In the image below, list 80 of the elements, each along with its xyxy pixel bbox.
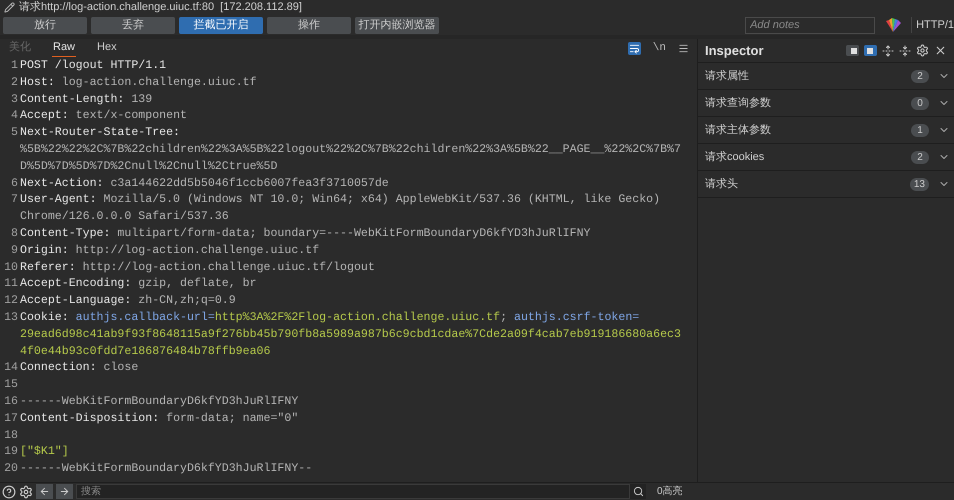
code-line: Accept: text/x-component [20, 109, 187, 122]
count-badge: 0 [911, 96, 929, 110]
code-line: Host: log-action.challenge.uiuc.tf [20, 76, 257, 89]
editor-tab[interactable]: Hex [96, 39, 118, 57]
line-number: 14 [3, 360, 19, 376]
inspector-section[interactable]: 请求查询参数 0 [698, 90, 954, 117]
inspector-title: Inspector [705, 42, 764, 60]
line-number: 6 [10, 176, 19, 192]
code-line: Origin: http://log-action.challenge.uiuc.tf [20, 244, 320, 257]
code-line: ------WebKitFormBoundaryD6kfYD3hJuRlIFNY [20, 394, 298, 408]
code-line: POST /logout HTTP/1.1 [20, 59, 166, 72]
count-badge: 13 [910, 178, 929, 190]
code-line: Accept-Language: zh-CN,zh;q=0.9 [20, 294, 236, 308]
line-number: 5 [10, 125, 19, 142]
code-line: Content-Type: multipart/form-data; boundary=----WebKitFormBoundaryD6kfYD3hJuRlIFNY [20, 226, 591, 240]
highlight-count: 0高亮 [657, 484, 683, 499]
help-icon[interactable] [2, 484, 16, 498]
line-number: 20 [3, 461, 19, 478]
section-label: 请求查询参数 [705, 96, 771, 111]
code-line: ["$K1"] [20, 445, 69, 458]
toolbar-button[interactable]: 操作 [267, 16, 351, 34]
inspector-section[interactable]: 请求主体参数 1 [698, 117, 954, 144]
line-number: 18 [3, 428, 19, 444]
inspector-section[interactable]: 请求头 13 [698, 171, 954, 198]
newline-toggle[interactable]: \n [652, 40, 666, 56]
toolbar-button[interactable]: 打开内嵌浏览器 [355, 16, 439, 34]
line-number: 7 [10, 192, 19, 208]
request-title: 请求http://log-action.challenge.uiuc.tf:80 [172.208.112.89] [19, 0, 302, 16]
layout-toggle[interactable] [846, 45, 859, 56]
line-number: 13 [3, 310, 19, 326]
line-number: 4 [10, 108, 19, 124]
line-number: 8 [10, 226, 19, 242]
section-label: 请求头 [705, 176, 738, 192]
section-label: 请求主体参数 [705, 122, 771, 138]
section-label: 请求属性 [705, 68, 749, 84]
color-fan-icon[interactable] [884, 17, 902, 33]
line-number: 11 [3, 276, 19, 292]
left-arrow-icon[interactable] [39, 486, 50, 497]
code-line: Content-Length: 139 [20, 92, 152, 106]
right-arrow-icon[interactable] [59, 486, 70, 497]
close-icon[interactable] [934, 44, 947, 57]
settings-icon[interactable] [916, 44, 929, 57]
line-number: 9 [10, 242, 19, 259]
settings-icon[interactable] [19, 484, 33, 498]
line-number: 2 [10, 74, 19, 91]
line-number: 1 [10, 58, 19, 74]
toolbar-button[interactable]: 放行 [3, 16, 87, 34]
code-line: ------WebKitFormBoundaryD6kfYD3hJuRlIFNY-- [20, 462, 312, 476]
code-line: Referer: http://log-action.challenge.uiuc.tf/logout [20, 260, 375, 274]
expand-icon[interactable] [882, 44, 894, 56]
line-number: 3 [10, 92, 19, 108]
back-button[interactable] [36, 484, 53, 499]
wrap-toggle[interactable] [628, 42, 641, 54]
count-badge: 1 [911, 124, 929, 136]
code-line: Accept-Encoding: gzip, deflate, br [20, 277, 257, 290]
code-line: Next-Action: c3a144622dd5b5046f1ccb6007fea3f3710057de [20, 176, 389, 190]
section-label: 请求cookies [705, 150, 764, 165]
forward-button[interactable] [56, 484, 73, 499]
line-number: 15 [3, 377, 19, 394]
menu-icon[interactable] [678, 42, 689, 54]
pencil-icon [4, 2, 15, 13]
line-number: 12 [3, 293, 19, 310]
inspector-section[interactable]: 请求属性 2 [698, 63, 954, 90]
count-badge: 2 [911, 150, 929, 164]
line-number: 19 [3, 444, 19, 460]
line-number: 16 [3, 394, 19, 410]
count-badge: 2 [911, 70, 929, 82]
toolbar-button[interactable]: 丢弃 [91, 16, 175, 34]
collapse-icon[interactable] [899, 44, 911, 56]
code-line: Connection: close [20, 361, 138, 374]
line-number: 17 [3, 410, 19, 427]
code-line: Cookie: authjs.callback-url=http%3A%2F%2Flog-action.challenge.uiuc.tf; authjs.csrf-token= 29ead6d98c41ab9f93f8648115a9f276bb45b790fb8a5989a987b6c9cbd1cdae%7Cde2a09f4cab7eb919186680a6ec34f0e44b93c0fdd7e186876484b78ffb9ea06 [20, 310, 681, 358]
search-field[interactable]: 搜索 [76, 484, 630, 499]
code-line: Content-Disposition: form-data; name="0" [20, 412, 298, 425]
layout-toggle[interactable] [864, 45, 877, 56]
protocol-label: HTTP/1 [911, 16, 954, 34]
search-icon[interactable] [632, 486, 644, 497]
inspector-section[interactable]: 请求cookies 2 [698, 144, 954, 171]
toolbar-button[interactable]: 拦截已开启 [179, 16, 263, 34]
line-number: 10 [3, 260, 19, 276]
